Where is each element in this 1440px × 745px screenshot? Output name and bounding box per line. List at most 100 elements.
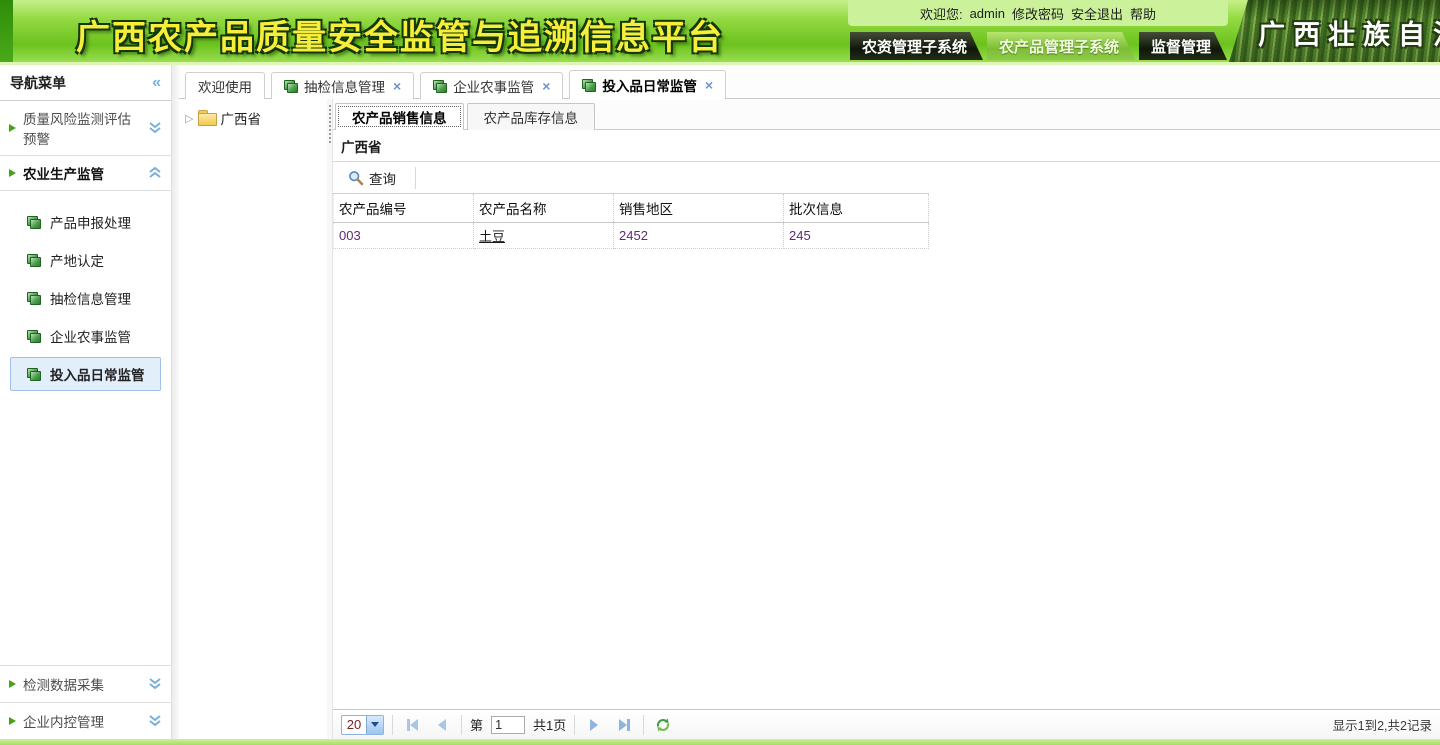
sidebar-section-label: 质量风险监测评估预警 bbox=[23, 108, 141, 148]
page-number-input[interactable] bbox=[491, 716, 525, 734]
sidebar-section-risk-monitoring[interactable]: 质量风险监测评估预警 bbox=[0, 101, 171, 156]
system-tab-agri-materials[interactable]: 农资管理子系统 bbox=[850, 32, 983, 60]
user-bar: 欢迎您: admin 修改密码 安全退出 帮助 bbox=[848, 0, 1228, 26]
tab-welcome[interactable]: 欢迎使用 bbox=[185, 72, 265, 99]
panel-title: 广西省 bbox=[333, 130, 1440, 162]
column-header-product-name[interactable]: 农产品名称 bbox=[474, 194, 614, 223]
previous-page-button[interactable] bbox=[431, 715, 453, 735]
column-header-sales-region[interactable]: 销售地区 bbox=[614, 194, 784, 223]
arrow-right-icon bbox=[9, 124, 16, 132]
welcome-label: 欢迎您: bbox=[920, 4, 963, 23]
document-stack-icon bbox=[27, 216, 42, 229]
page-total-label: 共1页 bbox=[533, 715, 566, 734]
sidebar: 导航菜单 « 质量风险监测评估预警 农业生产监管 bbox=[0, 65, 172, 739]
sidebar-item-origin-certification[interactable]: 产地认定 bbox=[10, 243, 161, 277]
username: admin bbox=[970, 6, 1005, 21]
tree-splitter[interactable] bbox=[327, 99, 333, 739]
table-row[interactable]: 003 土豆 2452 245 bbox=[334, 223, 929, 249]
page-size-value: 20 bbox=[342, 717, 366, 732]
sidebar-section-internal-control[interactable]: 企业内控管理 bbox=[0, 702, 171, 739]
refresh-button[interactable] bbox=[652, 715, 674, 735]
system-tab-bar: 农资管理子系统 农产品管理子系统 监督管理 bbox=[848, 26, 1228, 60]
tab-sampling-info[interactable]: 抽检信息管理 × bbox=[271, 72, 414, 99]
change-password-link[interactable]: 修改密码 bbox=[1012, 4, 1064, 23]
pagination-bar: 20 第 共1页 bbox=[333, 709, 1440, 739]
sidebar-section-label: 企业内控管理 bbox=[23, 711, 141, 731]
header-accent-bar bbox=[0, 0, 13, 62]
cell-product-name-link[interactable]: 土豆 bbox=[474, 223, 614, 249]
sidebar-item-label: 抽检信息管理 bbox=[50, 288, 131, 308]
document-stack-icon bbox=[433, 80, 448, 93]
sidebar-item-label: 企业农事监管 bbox=[50, 326, 131, 346]
chevron-up-double-icon bbox=[148, 167, 162, 179]
products-table: 农产品编号 农产品名称 销售地区 批次信息 003 土豆 2452 bbox=[333, 193, 929, 249]
column-header-batch-info[interactable]: 批次信息 bbox=[784, 194, 929, 223]
records-summary: 显示1到2,共2记录 bbox=[1333, 715, 1432, 734]
document-stack-icon bbox=[27, 368, 42, 381]
document-stack-icon bbox=[582, 79, 597, 92]
page-prefix-label: 第 bbox=[470, 715, 483, 734]
arrow-right-icon bbox=[9, 169, 16, 177]
content-panel: 农产品销售信息 农产品库存信息 广西省 查询 bbox=[333, 99, 1440, 739]
logout-link[interactable]: 安全退出 bbox=[1071, 4, 1123, 23]
app-header: 广西农产品质量安全监管与追溯信息平台 欢迎您: admin 修改密码 安全退出 … bbox=[0, 0, 1440, 65]
sidebar-item-sampling-info[interactable]: 抽检信息管理 bbox=[10, 281, 161, 315]
tab-enterprise-farming[interactable]: 企业农事监管 × bbox=[420, 72, 563, 99]
sidebar-item-enterprise-farming[interactable]: 企业农事监管 bbox=[10, 319, 161, 353]
chevron-down-double-icon bbox=[148, 678, 162, 690]
folder-icon bbox=[198, 113, 215, 125]
page-size-select[interactable]: 20 bbox=[341, 715, 384, 735]
sidebar-item-input-supervision[interactable]: 投入品日常监管 bbox=[10, 357, 161, 391]
pagination-separator bbox=[643, 715, 644, 735]
close-icon[interactable]: × bbox=[542, 79, 550, 93]
sidebar-title: 导航菜单 bbox=[10, 73, 66, 93]
query-button[interactable]: 查询 bbox=[339, 164, 405, 192]
system-tab-agri-products[interactable]: 农产品管理子系统 bbox=[987, 32, 1135, 60]
main-area: 欢迎使用 抽检信息管理 × 企业农事监管 × 投入品日常监管 × bbox=[179, 65, 1440, 739]
main-tab-bar: 欢迎使用 抽检信息管理 × 企业农事监管 × 投入品日常监管 × bbox=[179, 65, 1440, 99]
pagination-separator bbox=[392, 715, 393, 735]
pagination-separator bbox=[574, 715, 575, 735]
tab-inventory-info[interactable]: 农产品库存信息 bbox=[467, 103, 596, 130]
tab-input-supervision[interactable]: 投入品日常监管 × bbox=[569, 70, 726, 99]
arrow-right-icon bbox=[9, 717, 16, 725]
close-icon[interactable]: × bbox=[705, 78, 713, 92]
document-stack-icon bbox=[27, 330, 42, 343]
next-page-button[interactable] bbox=[583, 715, 605, 735]
tab-label: 欢迎使用 bbox=[198, 76, 252, 96]
sidebar-section-label: 农业生产监管 bbox=[23, 163, 141, 183]
sidebar-collapse-icon[interactable]: « bbox=[152, 75, 161, 91]
sidebar-section-agri-production[interactable]: 农业生产监管 bbox=[0, 156, 171, 191]
system-tab-supervision[interactable]: 监督管理 bbox=[1139, 32, 1227, 60]
sidebar-menu: 产品申报处理 产地认定 抽检信息管理 企业农事监管 投入品日常监管 bbox=[0, 191, 171, 401]
table-header-row: 农产品编号 农产品名称 销售地区 批次信息 bbox=[334, 194, 929, 223]
toolbar: 查询 bbox=[333, 162, 1440, 193]
tab-label: 企业农事监管 bbox=[453, 76, 534, 96]
pagination-separator bbox=[461, 715, 462, 735]
toolbar-separator bbox=[415, 167, 416, 189]
last-page-button[interactable] bbox=[613, 715, 635, 735]
help-link[interactable]: 帮助 bbox=[1130, 4, 1156, 23]
tree-node-guangxi[interactable]: ▷ 广西省 bbox=[183, 105, 323, 131]
cell-batch-info: 245 bbox=[784, 223, 929, 249]
first-page-button[interactable] bbox=[401, 715, 423, 735]
close-icon[interactable]: × bbox=[393, 79, 401, 93]
app-title: 广西农产品质量安全监管与追溯信息平台 bbox=[76, 10, 724, 59]
sidebar-item-label: 产地认定 bbox=[50, 250, 104, 270]
sidebar-section-test-data[interactable]: 检测数据采集 bbox=[0, 665, 171, 702]
header-right-area: 欢迎您: admin 修改密码 安全退出 帮助 农资管理子系统 农产品管理子系统… bbox=[848, 0, 1228, 65]
region-tree-panel: ▷ 广西省 bbox=[179, 99, 327, 739]
content-tab-bar: 农产品销售信息 农产品库存信息 bbox=[333, 99, 1440, 130]
sidebar-splitter[interactable] bbox=[172, 65, 179, 739]
arrow-right-icon bbox=[9, 680, 16, 688]
tab-sales-info[interactable]: 农产品销售信息 bbox=[335, 103, 464, 130]
sidebar-item-product-declaration[interactable]: 产品申报处理 bbox=[10, 205, 161, 239]
refresh-icon bbox=[655, 717, 671, 733]
column-header-product-code[interactable]: 农产品编号 bbox=[334, 194, 474, 223]
chevron-down-icon bbox=[366, 716, 383, 734]
tree-expand-icon[interactable]: ▷ bbox=[185, 112, 193, 125]
tree-node-label: 广西省 bbox=[220, 108, 261, 128]
query-button-label: 查询 bbox=[369, 168, 396, 188]
document-stack-icon bbox=[284, 80, 299, 93]
app-window: 广西农产品质量安全监管与追溯信息平台 欢迎您: admin 修改密码 安全退出 … bbox=[0, 0, 1440, 745]
